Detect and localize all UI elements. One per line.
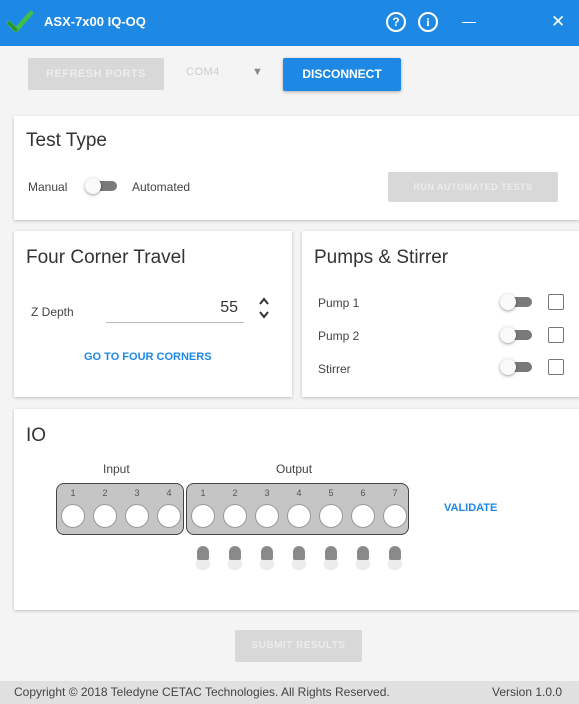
stirrer-checkbox[interactable] [548, 359, 564, 375]
input-number: 4 [166, 488, 172, 498]
go-to-four-corners-button[interactable]: GO TO FOUR CORNERS [84, 351, 212, 363]
submit-results-button[interactable]: SUBMIT RESULTS [235, 630, 362, 662]
info-icon[interactable]: i [418, 12, 438, 32]
copyright-text: Copyright © 2018 Teledyne CETAC Technolo… [14, 685, 390, 699]
output-label: Output [276, 462, 313, 476]
output-indicator-led [287, 504, 311, 528]
output-number: 7 [392, 488, 398, 498]
title-bar: ASX-7x00 IQ-OQ ? i ✕ [0, 0, 579, 46]
stirrer-toggle[interactable] [500, 359, 534, 375]
z-depth-stepper[interactable] [257, 295, 271, 321]
connection-toolbar: REFRESH PORTS COM4 ▼ DISCONNECT [0, 46, 579, 106]
refresh-ports-button[interactable]: REFRESH PORTS [28, 58, 164, 90]
output-number: 5 [328, 488, 334, 498]
output-indicator-led [191, 504, 215, 528]
com-port-select[interactable]: COM4 [186, 66, 242, 78]
pump-2-checkbox[interactable] [548, 327, 564, 343]
input-number: 2 [102, 488, 108, 498]
pump-1-label: Pump 1 [318, 296, 360, 310]
test-type-card: Test Type Manual Automated RUN AUTOMATED… [14, 116, 579, 220]
dropdown-caret-icon[interactable]: ▼ [252, 66, 263, 78]
version-text: Version 1.0.0 [492, 685, 563, 699]
input-indicator-led [157, 504, 181, 528]
output-indicator-led [223, 504, 247, 528]
output-indicator-led [383, 504, 407, 528]
green-checkmark-icon [6, 10, 34, 33]
output-switch-icon[interactable] [356, 546, 370, 570]
input-indicator-led [93, 504, 117, 528]
validate-button[interactable]: VALIDATE [444, 502, 497, 514]
pump-1-toggle[interactable] [500, 294, 534, 310]
four-corner-title: Four Corner Travel [26, 247, 186, 268]
output-number: 2 [232, 488, 238, 498]
pumps-card: Pumps & Stirrer Pump 1 Pump 2 Stirrer [302, 231, 579, 397]
output-switch-icon[interactable] [196, 546, 210, 570]
output-indicator-led [255, 504, 279, 528]
output-switch-icon[interactable] [260, 546, 274, 570]
disconnect-button[interactable]: DISCONNECT [283, 58, 401, 91]
output-switch-icon[interactable] [292, 546, 306, 570]
output-switch-icon[interactable] [228, 546, 242, 570]
output-switch-icon[interactable] [388, 546, 402, 570]
test-type-title: Test Type [26, 130, 107, 151]
pumps-title: Pumps & Stirrer [314, 247, 449, 268]
stepper-arrows-icon [259, 297, 269, 319]
stirrer-label: Stirrer [318, 362, 351, 376]
help-icon[interactable]: ? [386, 12, 406, 32]
io-title: IO [26, 425, 47, 446]
minimize-button[interactable] [462, 3, 476, 23]
input-indicator-led [61, 504, 85, 528]
z-depth-value: 55 [220, 299, 238, 316]
input-indicator-led [125, 504, 149, 528]
automated-label: Automated [132, 180, 191, 194]
output-number: 6 [360, 488, 366, 498]
footer: Copyright © 2018 Teledyne CETAC Technolo… [0, 681, 579, 704]
input-number: 3 [134, 488, 140, 498]
output-number: 1 [200, 488, 206, 498]
manual-label: Manual [28, 180, 68, 194]
pump-2-toggle[interactable] [500, 327, 534, 343]
window-title: ASX-7x00 IQ-OQ [44, 14, 146, 29]
output-switch-icon[interactable] [324, 546, 338, 570]
run-automated-tests-button[interactable]: RUN AUTOMATED TESTS [388, 172, 558, 202]
test-type-toggle[interactable] [85, 178, 119, 194]
pump-2-label: Pump 2 [318, 329, 360, 343]
z-depth-label: Z Depth [31, 305, 74, 319]
close-button[interactable]: ✕ [551, 12, 565, 32]
input-number: 1 [70, 488, 76, 498]
output-indicator-led [319, 504, 343, 528]
z-depth-input[interactable]: 55 [106, 293, 244, 323]
output-indicator-led [351, 504, 375, 528]
four-corner-card: Four Corner Travel Z Depth 55 GO TO FOUR… [14, 231, 292, 397]
output-number: 4 [296, 488, 302, 498]
pump-1-checkbox[interactable] [548, 294, 564, 310]
output-number: 3 [264, 488, 270, 498]
input-label: Input [103, 462, 130, 476]
